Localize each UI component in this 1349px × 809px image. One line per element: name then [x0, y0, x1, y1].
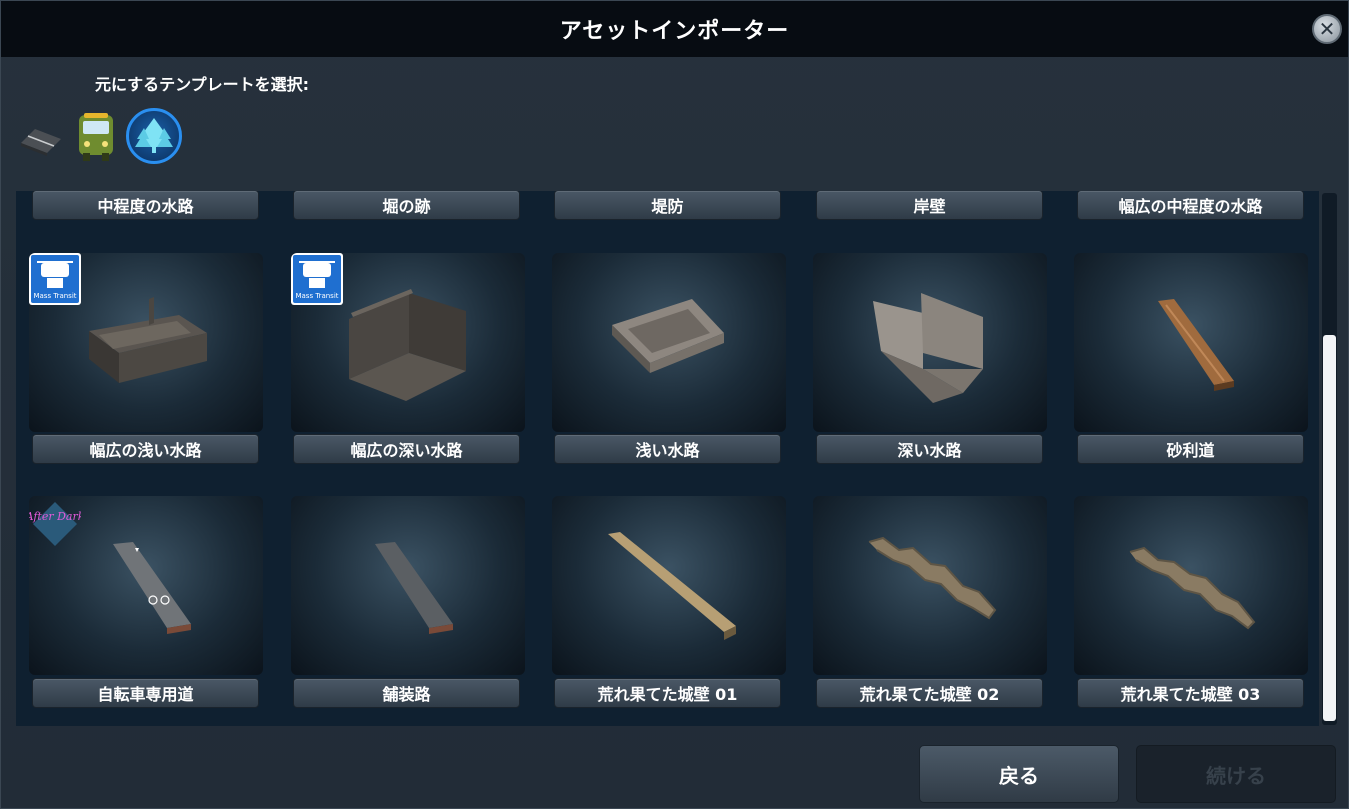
- asset-item[interactable]: 砂利道: [1077, 434, 1304, 464]
- title-bar[interactable]: アセットインポーター ✕: [1, 1, 1348, 57]
- scrollbar-thumb[interactable]: [1323, 335, 1336, 721]
- mass-transit-badge-icon: Mass Transit: [291, 253, 343, 305]
- asset-item[interactable]: 幅広の深い水路: [293, 434, 520, 464]
- asset-importer-window: アセットインポーター ✕ 元にするテンプレートを選択: 中程度の水路 堀の跡 堤…: [0, 0, 1349, 809]
- asset-thumbnail-ruined-wall-02[interactable]: [813, 496, 1047, 675]
- bus-icon[interactable]: [73, 111, 119, 163]
- after-dark-badge-icon: After Dark: [29, 502, 81, 546]
- asset-thumbnail-bicycle-path[interactable]: After Dark: [29, 496, 263, 675]
- asset-item[interactable]: 荒れ果てた城壁 02: [816, 678, 1043, 708]
- asset-item[interactable]: 浅い水路: [554, 434, 781, 464]
- asset-item[interactable]: 舗装路: [293, 678, 520, 708]
- asset-thumbnail-ruined-wall-03[interactable]: [1074, 496, 1308, 675]
- asset-thumbnail-wide-deep-channel[interactable]: Mass Transit: [291, 253, 525, 432]
- asset-item[interactable]: 堤防: [554, 191, 781, 220]
- asset-item[interactable]: 荒れ果てた城壁 01: [554, 678, 781, 708]
- continue-button[interactable]: 続ける: [1136, 745, 1336, 803]
- template-select-label: 元にするテンプレートを選択:: [95, 75, 310, 94]
- mass-transit-badge-text: Mass Transit: [33, 292, 76, 300]
- asset-item[interactable]: 堀の跡: [293, 191, 520, 220]
- asset-item[interactable]: 荒れ果てた城壁 03: [1077, 678, 1304, 708]
- mass-transit-badge-text: Mass Transit: [295, 292, 338, 300]
- after-dark-badge-text: After Dark: [29, 510, 81, 523]
- back-button[interactable]: 戻る: [919, 745, 1119, 803]
- road-icon[interactable]: [17, 113, 65, 161]
- asset-item[interactable]: 深い水路: [816, 434, 1043, 464]
- asset-item[interactable]: 幅広の浅い水路: [32, 434, 259, 464]
- close-icon[interactable]: ✕: [1312, 14, 1342, 44]
- asset-thumbnail-shallow-channel[interactable]: [552, 253, 786, 432]
- asset-thumbnail-wide-shallow-channel[interactable]: Mass Transit: [29, 253, 263, 432]
- mass-transit-badge-icon: Mass Transit: [29, 253, 81, 305]
- window-title: アセットインポーター: [559, 19, 790, 44]
- asset-thumbnail-ruined-wall-01[interactable]: [552, 496, 786, 675]
- asset-list[interactable]: 中程度の水路 堀の跡 堤防 岸壁 幅広の中程度の水路 Mass Transit: [16, 191, 1319, 726]
- asset-thumbnail-gravel-road[interactable]: [1074, 253, 1308, 432]
- asset-item[interactable]: 中程度の水路: [32, 191, 259, 220]
- tree-icon[interactable]: [126, 108, 182, 164]
- asset-item[interactable]: 幅広の中程度の水路: [1077, 191, 1304, 220]
- asset-thumbnail-paved-path[interactable]: [291, 496, 525, 675]
- asset-thumbnail-deep-channel[interactable]: [813, 253, 1047, 432]
- scrollbar[interactable]: [1322, 193, 1337, 725]
- asset-item[interactable]: 自転車専用道: [32, 678, 259, 708]
- asset-item[interactable]: 岸壁: [816, 191, 1043, 220]
